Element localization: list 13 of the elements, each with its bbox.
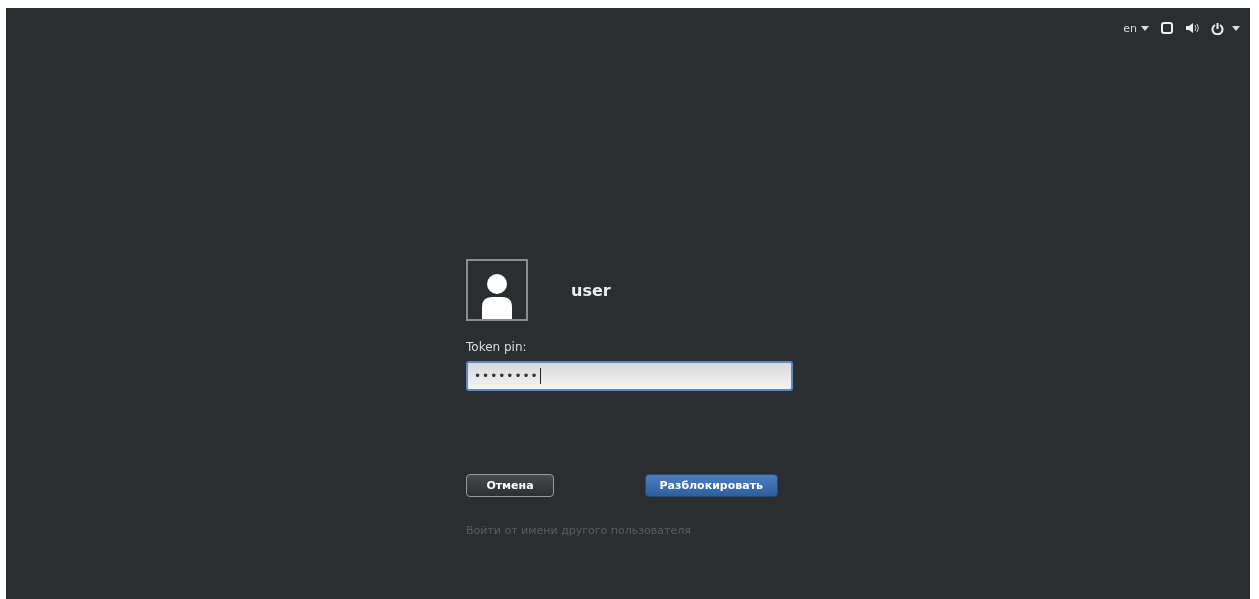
prompt-label: Token pin: xyxy=(466,340,528,354)
cancel-button[interactable]: Отмена xyxy=(466,474,554,497)
caret-icon xyxy=(1232,25,1240,31)
unlock-button[interactable]: Разблокировать xyxy=(644,474,778,497)
volume-icon[interactable] xyxy=(1185,22,1199,34)
caret-icon xyxy=(1141,25,1149,31)
person-icon xyxy=(480,273,514,319)
pin-field[interactable]: •••••••• xyxy=(466,361,793,391)
display-icon[interactable] xyxy=(1161,22,1173,34)
user-name: user xyxy=(571,280,611,300)
power-icon xyxy=(1211,21,1224,35)
power-menu[interactable] xyxy=(1211,21,1240,35)
language-menu[interactable]: en xyxy=(1123,21,1149,35)
